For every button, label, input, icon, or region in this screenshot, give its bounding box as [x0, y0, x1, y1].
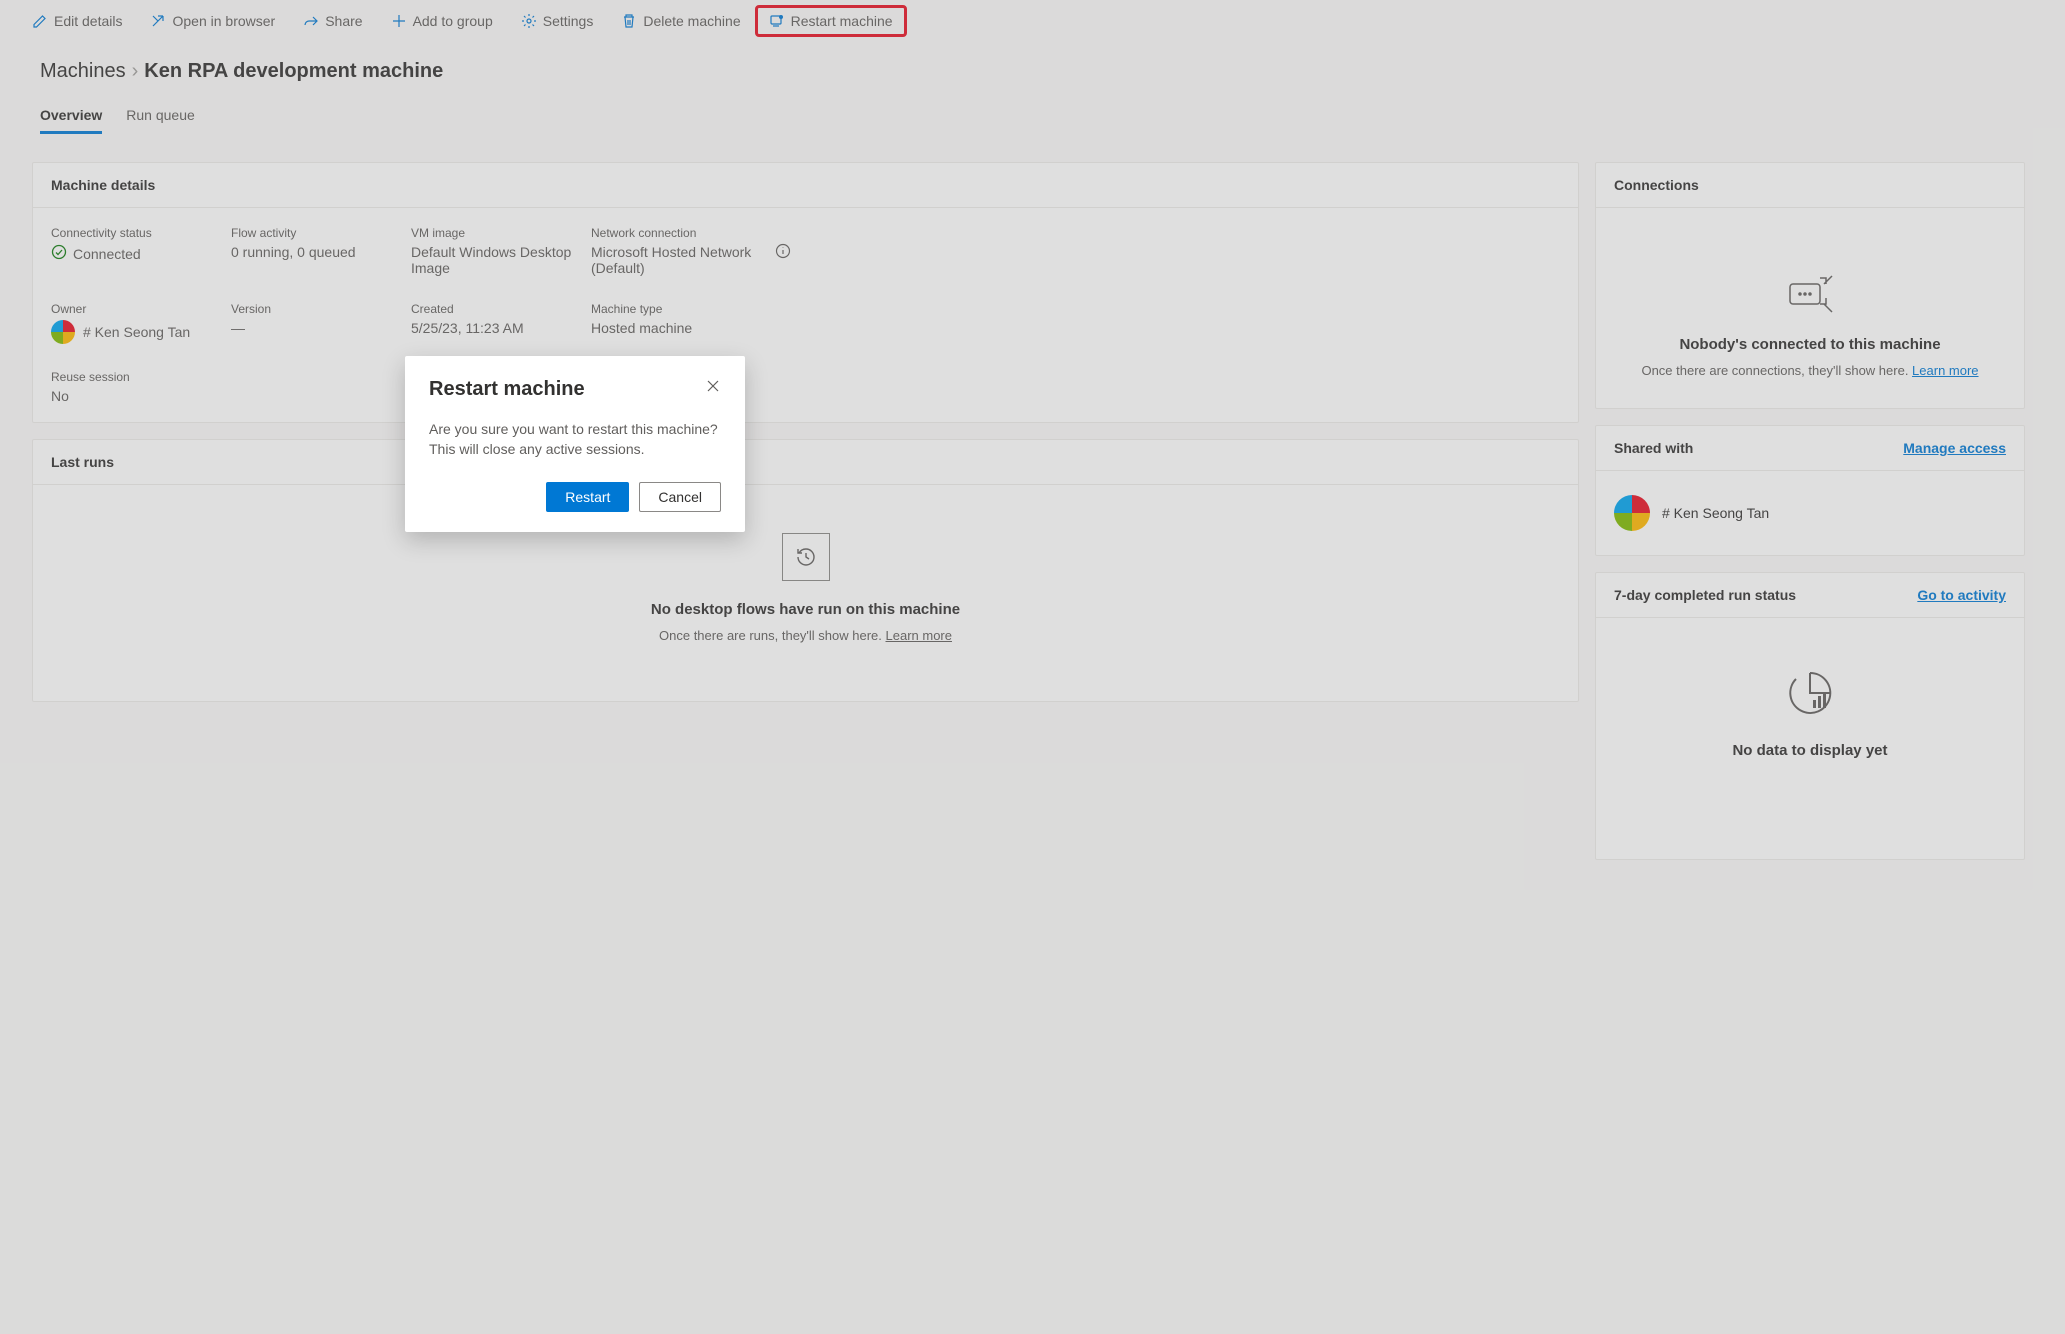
dialog-title: Restart machine	[429, 378, 585, 401]
close-icon[interactable]	[705, 378, 721, 394]
share-button[interactable]: Share	[291, 7, 374, 35]
connections-learn-more-link[interactable]: Learn more	[1912, 363, 1978, 378]
flow-activity-label: Flow activity	[231, 226, 411, 240]
settings-label: Settings	[543, 13, 594, 29]
pie-chart-icon	[1785, 668, 1835, 718]
manage-access-link[interactable]: Manage access	[1903, 440, 2006, 456]
network-connection-label: Network connection	[591, 226, 767, 240]
tab-overview[interactable]: Overview	[40, 107, 102, 134]
dialog-body-text: Are you sure you want to restart this ma…	[429, 419, 721, 460]
restart-machine-label: Restart machine	[791, 13, 893, 29]
settings-button[interactable]: Settings	[509, 7, 606, 35]
info-icon[interactable]	[775, 243, 791, 259]
last-runs-empty-title: No desktop flows have run on this machin…	[651, 601, 960, 618]
created-value: 5/25/23, 11:23 AM	[411, 320, 591, 336]
history-icon	[782, 533, 830, 581]
run-status-empty: No data to display yet	[1596, 742, 2024, 759]
shared-with-card: Shared with Manage access # Ken Seong Ta…	[1595, 425, 2025, 556]
last-runs-learn-more-link[interactable]: Learn more	[886, 628, 952, 643]
breadcrumb-root[interactable]: Machines	[40, 60, 126, 83]
edit-details-label: Edit details	[54, 13, 122, 29]
plug-icon	[1780, 266, 1840, 316]
tab-run-queue[interactable]: Run queue	[126, 107, 195, 134]
tab-list: Overview Run queue	[0, 83, 2065, 134]
edit-details-button[interactable]: Edit details	[20, 7, 134, 35]
chevron-right-icon: ›	[132, 60, 139, 83]
trash-icon	[621, 13, 637, 29]
shared-user-name: # Ken Seong Tan	[1662, 505, 1769, 521]
open-in-browser-button[interactable]: Open in browser	[138, 7, 287, 35]
machine-type-value: Hosted machine	[591, 320, 791, 336]
share-icon	[303, 13, 319, 29]
share-label: Share	[325, 13, 362, 29]
network-connection-value: Microsoft Hosted Network (Default)	[591, 244, 767, 276]
vm-image-label: VM image	[411, 226, 591, 240]
created-label: Created	[411, 302, 591, 316]
restart-machine-button[interactable]: Restart machine	[757, 7, 905, 35]
owner-label: Owner	[51, 302, 231, 316]
pencil-icon	[32, 13, 48, 29]
vm-image-value: Default Windows Desktop Image	[411, 244, 591, 276]
run-status-card: 7-day completed run status Go to activit…	[1595, 572, 2025, 860]
restart-icon	[769, 13, 785, 29]
shared-user-row: # Ken Seong Tan	[1614, 489, 2006, 537]
plus-icon	[391, 13, 407, 29]
delete-machine-button[interactable]: Delete machine	[609, 7, 752, 35]
open-browser-icon	[150, 13, 166, 29]
connections-header: Connections	[1596, 163, 2024, 208]
add-to-group-button[interactable]: Add to group	[379, 7, 505, 35]
delete-machine-label: Delete machine	[643, 13, 740, 29]
owner-value: # Ken Seong Tan	[83, 324, 190, 340]
avatar	[1614, 495, 1650, 531]
connections-empty-title: Nobody's connected to this machine	[1614, 336, 2006, 353]
connectivity-status-value: Connected	[73, 246, 141, 262]
shared-with-header: Shared with	[1614, 440, 1693, 456]
gear-icon	[521, 13, 537, 29]
last-runs-card: Last runs No desktop flows have run on t…	[32, 439, 1579, 702]
open-in-browser-label: Open in browser	[172, 13, 275, 29]
avatar	[51, 320, 75, 344]
flow-activity-value: 0 running, 0 queued	[231, 244, 411, 260]
go-to-activity-link[interactable]: Go to activity	[1917, 587, 2006, 603]
last-runs-header: Last runs	[33, 440, 1578, 485]
run-status-header: 7-day completed run status	[1614, 587, 1796, 603]
command-bar: Edit details Open in browser Share Add t…	[0, 0, 2065, 42]
machine-type-label: Machine type	[591, 302, 791, 316]
machine-details-card: Machine details Connectivity status Conn…	[32, 162, 1579, 423]
version-value: —	[231, 320, 411, 336]
restart-confirm-button[interactable]: Restart	[546, 482, 629, 512]
cancel-button[interactable]: Cancel	[639, 482, 721, 512]
breadcrumb: Machines › Ken RPA development machine	[0, 42, 2065, 83]
connections-empty-text: Once there are connections, they'll show…	[1641, 363, 1912, 378]
restart-machine-dialog: Restart machine Are you sure you want to…	[405, 356, 745, 532]
check-circle-icon	[51, 244, 67, 263]
reuse-session-label: Reuse session	[51, 370, 231, 384]
connectivity-status-label: Connectivity status	[51, 226, 231, 240]
reuse-session-value: No	[51, 388, 231, 404]
last-runs-empty-text: Once there are runs, they'll show here.	[659, 628, 885, 643]
add-to-group-label: Add to group	[413, 13, 493, 29]
page-title: Ken RPA development machine	[144, 60, 443, 83]
machine-details-header: Machine details	[33, 163, 1578, 208]
connections-card: Connections Nobody's connected to this m…	[1595, 162, 2025, 409]
version-label: Version	[231, 302, 411, 316]
